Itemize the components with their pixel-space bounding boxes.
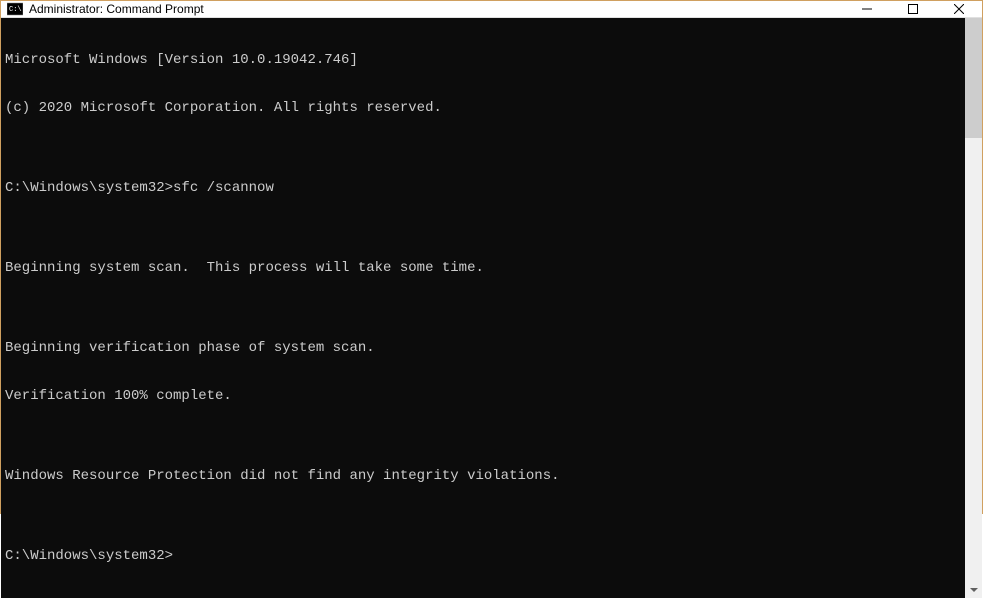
titlebar[interactable]: C:\ Administrator: Command Prompt [1,1,982,18]
terminal-line: C:\Windows\system32>sfc /scannow [5,180,961,196]
scrollbar-thumb[interactable] [965,18,982,138]
terminal-line: Windows Resource Protection did not find… [5,468,961,484]
scroll-down-icon[interactable] [965,581,982,598]
terminal-line: Beginning verification phase of system s… [5,340,961,356]
command-prompt-window: C:\ Administrator: Command Prompt Micros… [0,0,983,514]
terminal-line: Microsoft Windows [Version 10.0.19042.74… [5,52,961,68]
svg-text:C:\: C:\ [9,6,22,14]
terminal-output[interactable]: Microsoft Windows [Version 10.0.19042.74… [1,18,965,598]
close-button[interactable] [936,1,982,17]
minimize-button[interactable] [844,1,890,17]
terminal-area: Microsoft Windows [Version 10.0.19042.74… [1,18,982,598]
terminal-line: Beginning system scan. This process will… [5,260,961,276]
vertical-scrollbar[interactable] [965,18,982,598]
terminal-line: Verification 100% complete. [5,388,961,404]
window-title: Administrator: Command Prompt [29,2,844,16]
window-controls [844,1,982,17]
terminal-line: (c) 2020 Microsoft Corporation. All righ… [5,100,961,116]
maximize-button[interactable] [890,1,936,17]
command-prompt-icon: C:\ [7,1,23,17]
terminal-line: C:\Windows\system32> [5,548,961,564]
